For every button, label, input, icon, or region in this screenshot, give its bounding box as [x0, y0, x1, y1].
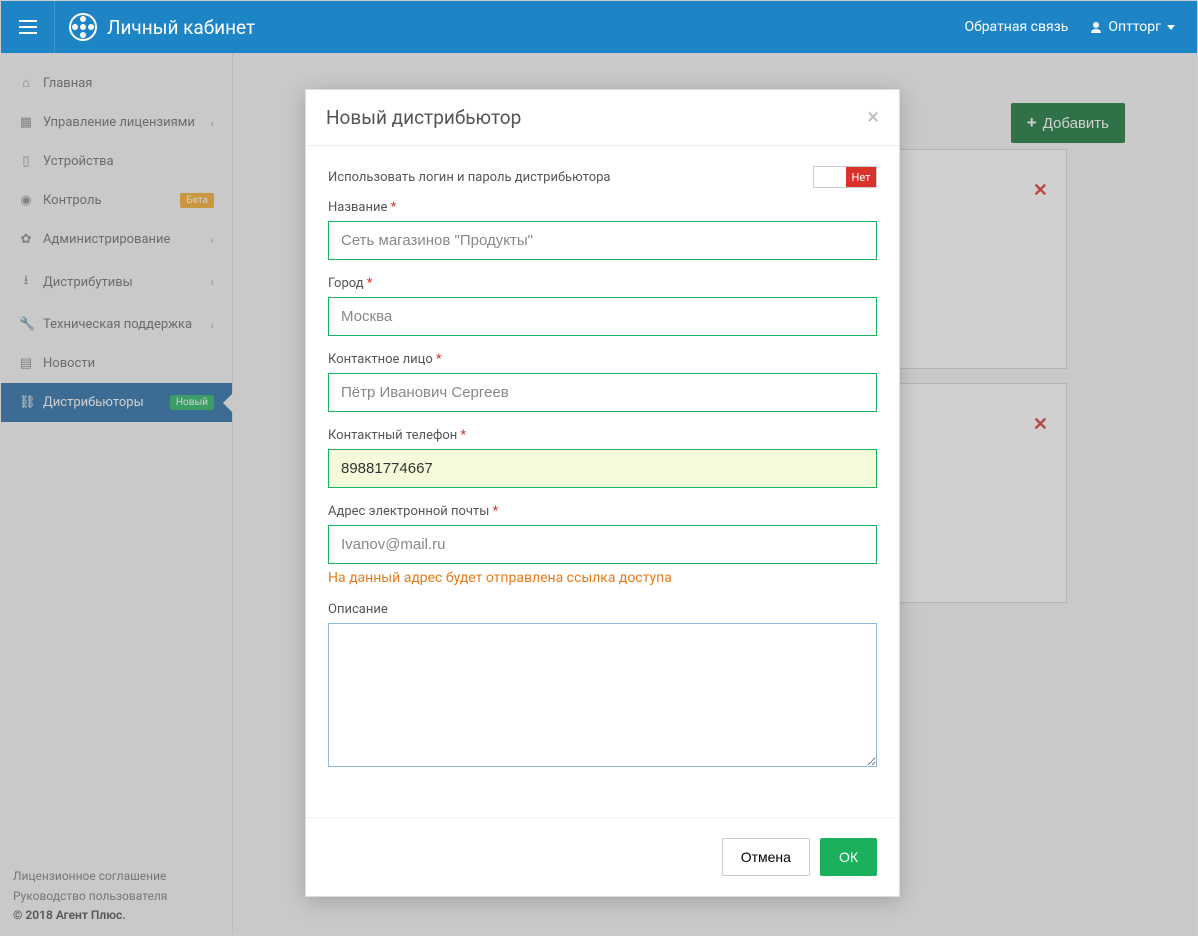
contact-label: Контактное лицо * [328, 352, 877, 367]
use-creds-label: Использовать логин и пароль дистрибьютор… [328, 170, 610, 185]
app-title: Личный кабинет [107, 16, 255, 39]
phone-input[interactable] [328, 449, 877, 488]
app-brand[interactable]: Личный кабинет [55, 13, 269, 41]
top-header: Личный кабинет Обратная связь Оптторг [1, 1, 1197, 53]
city-input[interactable] [328, 297, 877, 336]
cancel-button[interactable]: Отмена [722, 838, 810, 876]
email-input[interactable] [328, 525, 877, 564]
user-menu[interactable]: Оптторг [1090, 19, 1175, 35]
city-label: Город * [328, 276, 877, 291]
close-icon[interactable]: × [867, 107, 879, 129]
use-creds-toggle[interactable]: Нет [813, 166, 877, 188]
modal-body: Использовать логин и пароль дистрибьютор… [306, 146, 899, 797]
new-distributor-modal: Новый дистрибьютор × Использовать логин … [305, 89, 900, 897]
phone-label: Контактный телефон * [328, 428, 877, 443]
caret-down-icon [1167, 25, 1175, 30]
modal-footer: Отмена ОК [306, 817, 899, 896]
name-input[interactable] [328, 221, 877, 260]
modal-header: Новый дистрибьютор × [306, 90, 899, 146]
modal-title: Новый дистрибьютор [326, 106, 521, 129]
hamburger-button[interactable] [1, 1, 55, 53]
email-helper-text: На данный адрес будет отправлена ссылка … [328, 570, 877, 586]
toggle-off-side [814, 167, 846, 187]
description-label: Описание [328, 602, 877, 617]
email-label: Адрес электронной почты * [328, 504, 877, 519]
contact-input[interactable] [328, 373, 877, 412]
name-label: Название * [328, 200, 877, 215]
logo-icon [69, 13, 97, 41]
description-textarea[interactable] [328, 623, 877, 767]
user-name: Оптторг [1108, 19, 1161, 35]
user-icon [1090, 21, 1102, 33]
ok-button[interactable]: ОК [820, 838, 877, 876]
toggle-on-side: Нет [846, 167, 876, 187]
hamburger-icon [19, 20, 37, 34]
feedback-link[interactable]: Обратная связь [964, 19, 1068, 35]
